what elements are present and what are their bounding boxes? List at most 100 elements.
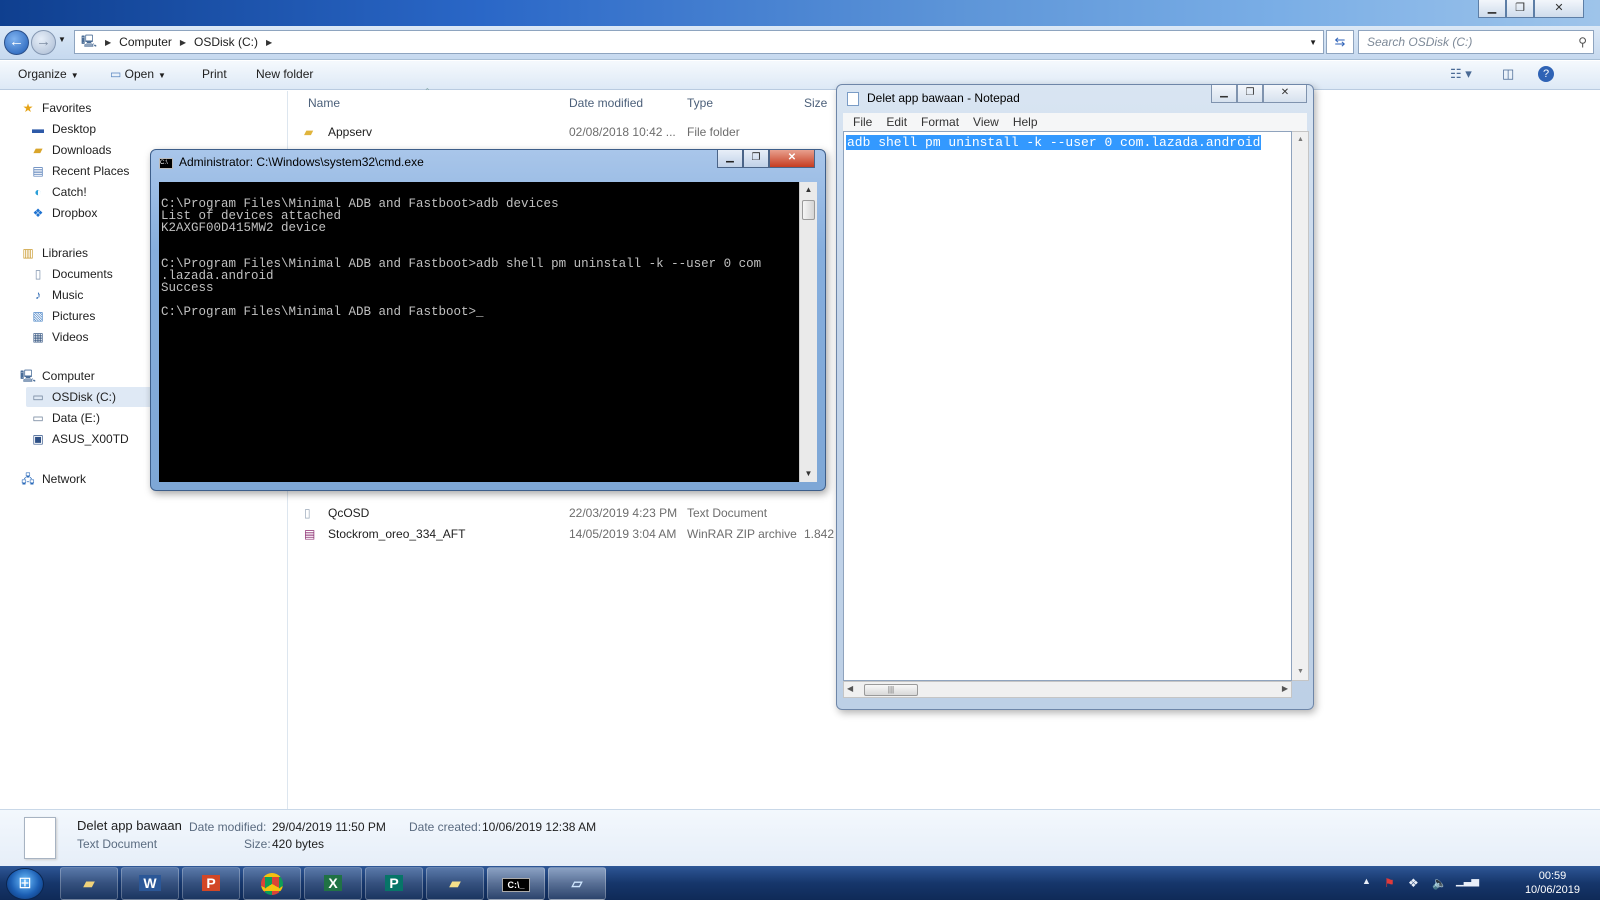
view-options-icon[interactable]: ☷ ▾ bbox=[1450, 66, 1472, 82]
notepad-vertical-scrollbar[interactable]: ▲ ▼ bbox=[1292, 131, 1309, 681]
libraries-icon: ▥ bbox=[22, 246, 34, 260]
taskbar-excel-button[interactable]: X bbox=[304, 867, 362, 900]
console-line: K2AXGF00D415MW2 device bbox=[161, 221, 327, 235]
notepad-horizontal-scrollbar[interactable]: ◀ ||| ▶ bbox=[843, 681, 1292, 698]
show-hidden-icons-icon[interactable]: ▲ bbox=[1362, 876, 1371, 886]
menu-help[interactable]: Help bbox=[1013, 115, 1038, 129]
open-icon: ▭ bbox=[110, 67, 125, 81]
scroll-up-icon[interactable]: ▲ bbox=[1292, 132, 1309, 148]
scroll-up-icon[interactable]: ▲ bbox=[800, 182, 817, 198]
menu-edit[interactable]: Edit bbox=[886, 115, 907, 129]
nav-libraries[interactable]: ▥ Libraries bbox=[20, 243, 88, 263]
cmd-close-button[interactable]: ✕ bbox=[769, 150, 815, 168]
cmd-minimize-button[interactable]: ▁ bbox=[717, 150, 743, 168]
cmd-console[interactable]: C:\Program Files\Minimal ADB and Fastboo… bbox=[159, 182, 799, 482]
command-bar: Organize ▼ ▭ Open ▼ Print New folder ☷ ▾ ◫… bbox=[0, 61, 1600, 90]
nav-network[interactable]: 🖧 Network bbox=[20, 469, 86, 489]
recent-pages-chevron-icon[interactable]: ▼ bbox=[58, 35, 66, 44]
refresh-button[interactable]: ⇆ bbox=[1326, 30, 1354, 54]
taskbar-cmd-button[interactable]: C:\_ bbox=[487, 867, 545, 900]
menu-format[interactable]: Format bbox=[921, 115, 959, 129]
taskbar-notepad-button[interactable]: ▱ bbox=[548, 867, 606, 900]
scroll-down-icon[interactable]: ▼ bbox=[800, 466, 817, 482]
menu-view[interactable]: View bbox=[973, 115, 999, 129]
explorer-maximize-button[interactable]: ❐ bbox=[1506, 0, 1534, 18]
nav-desktop[interactable]: ▬ Desktop bbox=[30, 119, 96, 139]
breadcrumb-computer[interactable]: Computer bbox=[119, 35, 172, 49]
explorer-close-button[interactable]: ✕ bbox=[1534, 0, 1584, 18]
file-row[interactable]: ▰ Appserv 02/08/2018 10:42 ... File fold… bbox=[296, 122, 826, 142]
preview-pane-icon[interactable]: ◫ bbox=[1502, 66, 1514, 82]
taskbar-explorer-window-button[interactable]: ▰ bbox=[426, 867, 484, 900]
taskbar-publisher-button[interactable]: P bbox=[365, 867, 423, 900]
action-center-flag-icon[interactable]: ⚑ bbox=[1384, 876, 1395, 890]
notepad-title: Delet app bawaan - Notepad bbox=[867, 91, 1020, 105]
nav-music[interactable]: ♪ Music bbox=[30, 285, 83, 305]
file-row[interactable]: ▤ Stockrom_oreo_334_AFT 14/05/2019 3:04 … bbox=[296, 524, 834, 544]
network-signal-icon[interactable]: ▁▃▅ bbox=[1456, 876, 1479, 887]
cmd-scrollbar[interactable]: ▲ ▼ bbox=[799, 182, 817, 482]
cmd-scroll-thumb[interactable] bbox=[802, 200, 815, 220]
breadcrumb-separator-icon[interactable]: ▶ bbox=[180, 38, 186, 47]
cmd-maximize-button[interactable]: ❐ bbox=[743, 150, 769, 168]
help-icon[interactable]: ? bbox=[1538, 66, 1554, 82]
column-date-modified[interactable]: Date modified bbox=[569, 96, 643, 110]
details-size-label: Size: bbox=[244, 837, 271, 851]
breadcrumb-separator-icon[interactable]: ▶ bbox=[266, 38, 272, 47]
start-button[interactable]: ⊞ bbox=[6, 868, 44, 900]
open-button[interactable]: ▭ Open ▼ bbox=[110, 67, 166, 81]
taskbar-word-button[interactable]: W bbox=[121, 867, 179, 900]
notepad-text-area[interactable]: adb shell pm uninstall -k --user 0 com.l… bbox=[843, 131, 1292, 681]
nav-pictures[interactable]: ▧ Pictures bbox=[30, 306, 95, 326]
new-folder-button[interactable]: New folder bbox=[256, 67, 313, 81]
volume-icon[interactable]: 🔈 bbox=[1432, 876, 1447, 890]
menu-file[interactable]: File bbox=[853, 115, 872, 129]
back-button[interactable]: ← bbox=[4, 30, 29, 55]
clock-time: 00:59 bbox=[1538, 870, 1567, 882]
nav-catch[interactable]: ◐ Catch! bbox=[30, 182, 86, 202]
taskbar-powerpoint-button[interactable]: P bbox=[182, 867, 240, 900]
file-row[interactable]: ▯ QcOSD 22/03/2019 4:23 PM Text Document bbox=[296, 503, 826, 523]
notepad-minimize-button[interactable]: ▁ bbox=[1211, 85, 1237, 103]
nav-dropbox[interactable]: ❖ Dropbox bbox=[30, 203, 98, 223]
dropbox-tray-icon[interactable]: ❖ bbox=[1408, 876, 1419, 890]
nav-data-e[interactable]: ▭ Data (E:) bbox=[30, 408, 100, 428]
address-bar[interactable]: 🖳 ▶ Computer ▶ OSDisk (C:) ▶ ▼ bbox=[74, 30, 1324, 54]
nav-computer[interactable]: 🖳 Computer bbox=[20, 366, 95, 386]
clock-date: 10/06/2019 bbox=[1524, 884, 1580, 896]
cmd-window[interactable]: C:\ Administrator: C:\Windows\system32\c… bbox=[150, 149, 826, 491]
notepad-maximize-button[interactable]: ❐ bbox=[1237, 85, 1263, 103]
taskbar-chrome-button[interactable] bbox=[243, 867, 301, 900]
column-type[interactable]: Type bbox=[687, 96, 713, 110]
text-document-icon bbox=[24, 817, 56, 859]
nav-downloads[interactable]: ▰ Downloads bbox=[30, 140, 111, 160]
taskbar-explorer-button[interactable]: ▰ bbox=[60, 867, 118, 900]
scroll-down-icon[interactable]: ▼ bbox=[1292, 664, 1309, 680]
breadcrumb-osdisk[interactable]: OSDisk (C:) bbox=[194, 35, 258, 49]
organize-button[interactable]: Organize ▼ bbox=[18, 67, 79, 81]
nav-recent-places[interactable]: ▤ Recent Places bbox=[30, 161, 129, 181]
cmd-icon: C:\_ bbox=[502, 878, 530, 892]
computer-icon: 🖳 bbox=[81, 33, 98, 48]
column-name[interactable]: Name bbox=[308, 96, 340, 110]
clock[interactable]: 00:59 10/06/2019 bbox=[1525, 869, 1580, 897]
nav-documents[interactable]: ▯ Documents bbox=[30, 264, 113, 284]
address-dropdown-icon[interactable]: ▼ bbox=[1309, 38, 1317, 47]
scroll-right-icon[interactable]: ▶ bbox=[1282, 684, 1288, 693]
search-input[interactable]: Search OSDisk (C:) ⚲ bbox=[1358, 30, 1594, 54]
breadcrumb-separator-icon[interactable]: ▶ bbox=[105, 38, 111, 47]
nav-favorites[interactable]: ★ Favorites bbox=[20, 98, 92, 118]
column-size[interactable]: Size bbox=[804, 96, 827, 110]
explorer-minimize-button[interactable]: ▁ bbox=[1478, 0, 1506, 18]
notepad-hscroll-thumb[interactable]: ||| bbox=[864, 684, 918, 696]
print-button[interactable]: Print bbox=[202, 67, 227, 81]
system-tray: ▲ ⚑ ❖ 🔈 ▁▃▅ 00:59 10/06/2019 bbox=[1350, 866, 1600, 900]
nav-asus-x00td[interactable]: ▣ ASUS_X00TD bbox=[30, 429, 128, 449]
selected-text[interactable]: adb shell pm uninstall -k --user 0 com.l… bbox=[846, 135, 1262, 150]
scroll-left-icon[interactable]: ◀ bbox=[847, 684, 853, 693]
notepad-window[interactable]: Delet app bawaan - Notepad ▁ ❐ ✕ File Ed… bbox=[836, 84, 1314, 710]
forward-button[interactable]: → bbox=[31, 30, 56, 55]
notepad-close-button[interactable]: ✕ bbox=[1263, 85, 1307, 103]
nav-videos[interactable]: ▦ Videos bbox=[30, 327, 88, 347]
console-line: Success bbox=[161, 281, 214, 295]
